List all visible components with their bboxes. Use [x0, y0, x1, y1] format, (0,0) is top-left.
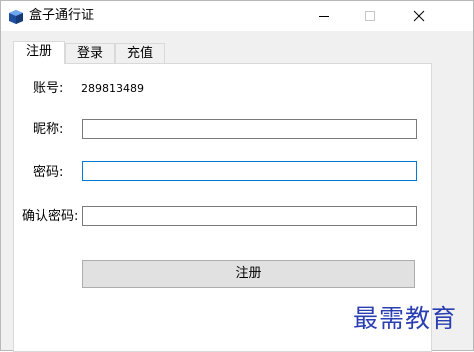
watermark-text: 最需教育 — [353, 304, 458, 333]
title-bar[interactable]: 盒子通行证 — [1, 1, 473, 31]
maximize-button[interactable] — [347, 1, 393, 31]
tab-login[interactable]: 登录 — [65, 43, 115, 63]
password-label: 密码: — [33, 165, 64, 180]
password-input[interactable] — [82, 161, 417, 181]
tab-register[interactable]: 注册 — [13, 41, 65, 64]
minimize-icon — [318, 7, 330, 26]
box-icon — [9, 9, 23, 24]
tab-recharge[interactable]: 充值 — [115, 43, 165, 63]
close-button[interactable] — [396, 1, 442, 31]
account-label: 账号: — [33, 81, 64, 96]
nickname-label: 昵称: — [33, 122, 64, 137]
confirm-password-label: 确认密码: — [22, 209, 79, 224]
close-icon — [413, 7, 425, 26]
nickname-input[interactable] — [82, 119, 417, 139]
confirm-password-input[interactable] — [82, 206, 417, 226]
account-value: 289813489 — [81, 82, 144, 95]
app-window: 盒子通行证 注册 登录 充值 账号: 289813489 昵称: 密码: 确认密… — [0, 0, 474, 352]
minimize-button[interactable] — [301, 1, 347, 31]
maximize-icon — [364, 7, 376, 26]
register-button[interactable]: 注册 — [82, 260, 415, 288]
window-title: 盒子通行证 — [29, 8, 95, 23]
